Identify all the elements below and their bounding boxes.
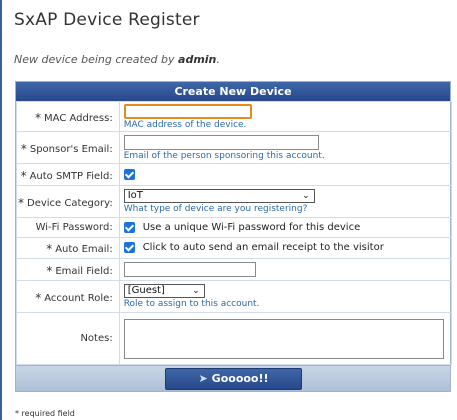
form-header: Create New Device	[16, 82, 450, 101]
rocket-icon: ➤	[198, 372, 208, 385]
sponsor-email-hint: Email of the person sponsoring this acco…	[123, 150, 325, 161]
row-wifi-password: Wi-Fi Password: Use a unique Wi-Fi passw…	[16, 217, 452, 238]
account-role-label: * Account Role:	[16, 280, 120, 313]
account-role-select[interactable]: [Guest] ⌄	[123, 284, 205, 298]
required-marker: *	[20, 168, 27, 183]
required-field-text: required field	[21, 409, 75, 418]
auto-smtp-cell	[118, 163, 452, 186]
device-category-cell: IoT ⌄ What type of device are you regist…	[118, 185, 452, 218]
row-mac-address: * MAC Address: MAC address of the device.	[16, 101, 452, 132]
required-marker: *	[18, 195, 24, 210]
row-sponsor-email: * Sponsor's Email: Email of the person sp…	[16, 131, 452, 164]
left-edge-rule	[0, 0, 2, 420]
email-field-label-text: Email Field:	[55, 265, 113, 277]
required-marker: *	[35, 290, 42, 305]
wifi-password-label: Wi-Fi Password:	[16, 217, 120, 238]
required-marker: *	[20, 141, 27, 156]
mac-address-hint: MAC address of the device.	[123, 119, 247, 130]
required-marker: *	[15, 409, 19, 418]
mac-address-label: * MAC Address:	[16, 101, 120, 132]
required-marker: *	[46, 263, 53, 278]
subtitle-user: admin	[178, 53, 217, 66]
row-email-field: * Email Field:	[16, 258, 452, 281]
row-auto-smtp: * Auto SMTP Field:	[16, 163, 452, 186]
notes-textarea[interactable]	[123, 318, 444, 359]
notes-cell	[118, 312, 452, 365]
auto-email-cell: Click to auto send an email receipt to t…	[118, 237, 452, 259]
auto-email-text: Click to auto send an email receipt to t…	[142, 242, 384, 254]
notes-label: Notes:	[16, 312, 120, 365]
device-category-label: * Device Category:	[16, 185, 120, 218]
device-category-select[interactable]: IoT ⌄	[123, 189, 315, 203]
sponsor-email-label: * Sponsor's Email:	[16, 131, 120, 164]
row-auto-email: * Auto Email: Click to auto send an email…	[16, 237, 452, 259]
subtitle-prefix: New device being created by	[14, 53, 175, 66]
page-subtitle: New device being created by admin.	[14, 53, 220, 66]
account-role-value: [Guest]	[127, 285, 165, 296]
device-category-label-text: Device Category:	[27, 197, 113, 209]
sponsor-email-label-text: Sponsor's Email:	[29, 143, 113, 155]
auto-email-label: * Auto Email:	[16, 237, 120, 259]
sponsor-email-input[interactable]	[123, 134, 319, 150]
auto-smtp-label: * Auto SMTP Field:	[16, 163, 120, 186]
account-role-hint: Role to assign to this account.	[123, 299, 260, 309]
mac-address-input[interactable]	[123, 103, 252, 119]
auto-email-label-text: Auto Email:	[55, 244, 113, 255]
auto-smtp-label-text: Auto SMTP Field:	[29, 170, 113, 182]
submit-button-label: Gooooo!!	[211, 372, 269, 385]
wifi-password-text: Use a unique Wi-Fi password for this dev…	[142, 221, 361, 233]
row-notes: Notes:	[16, 312, 452, 365]
device-category-hint: What type of device are you registering?	[123, 204, 308, 214]
auto-smtp-checkbox[interactable]	[123, 168, 135, 180]
mac-address-cell: MAC address of the device.	[118, 101, 452, 132]
auto-email-checkbox[interactable]	[123, 242, 135, 254]
required-marker: *	[46, 242, 53, 256]
row-device-category: * Device Category: IoT ⌄ What type of dev…	[16, 185, 452, 218]
account-role-cell: [Guest] ⌄ Role to assign to this account…	[118, 280, 452, 313]
mac-address-label-text: MAC Address:	[44, 112, 113, 124]
required-marker: *	[35, 110, 42, 125]
email-field-label: * Email Field:	[16, 258, 120, 281]
wifi-password-cell: Use a unique Wi-Fi password for this dev…	[118, 217, 452, 238]
chevron-down-icon: ⌄	[192, 286, 200, 296]
wifi-password-checkbox[interactable]	[123, 221, 135, 233]
page-title: SxAP Device Register	[14, 10, 200, 30]
chevron-down-icon: ⌄	[302, 191, 310, 201]
subtitle-suffix: .	[216, 53, 220, 66]
account-role-label-text: Account Role:	[44, 292, 113, 304]
row-account-role: * Account Role: [Guest] ⌄ Role to assign …	[16, 280, 452, 313]
required-field-note: * required field	[15, 409, 75, 418]
email-field-input[interactable]	[123, 262, 256, 277]
email-field-cell	[118, 258, 452, 281]
submit-button[interactable]: ➤ Gooooo!!	[165, 368, 302, 390]
sponsor-email-cell: Email of the person sponsoring this acco…	[118, 131, 452, 164]
device-category-value: IoT	[127, 190, 143, 201]
form-footer-bar: ➤ Gooooo!!	[16, 365, 450, 391]
create-device-form: Create New Device * MAC Address: MAC addr…	[15, 81, 452, 392]
form-table: * MAC Address: MAC address of the device.…	[16, 101, 452, 365]
